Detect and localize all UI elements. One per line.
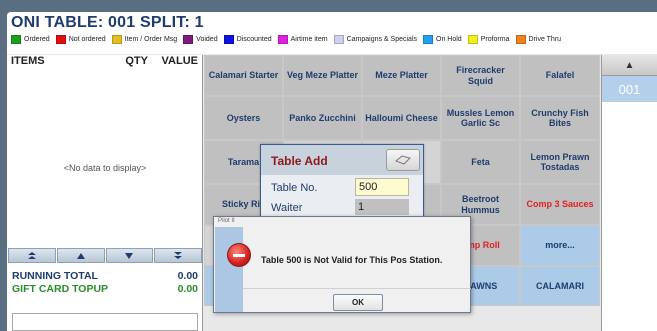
down-arrow-icon [125, 252, 134, 259]
items-header: ITEMS QTY VALUE [7, 55, 202, 69]
legend-swatch [183, 35, 194, 44]
up-arrow-icon [76, 252, 85, 259]
legend-item-ordered: Ordered [11, 35, 50, 44]
col-qty: QTY [125, 55, 148, 67]
legend-item-voided: Voided [183, 35, 218, 44]
legend-item-campaigns: Campaigns & Specials [333, 35, 417, 44]
eraser-icon [395, 155, 411, 165]
menu-item-button[interactable]: Comp 3 Sauces [520, 184, 600, 225]
legend-item-on-hold: On Hold [423, 35, 462, 44]
error-stop-icon [227, 243, 251, 267]
order-items-panel: ITEMS QTY VALUE <No data to display> RUN… [7, 55, 203, 331]
totals-section: RUNNING TOTAL 0.00 GIFT CARD TOPUP 0.00 [7, 270, 203, 296]
ok-button[interactable]: OK [333, 294, 383, 311]
legend-swatch [223, 35, 234, 44]
double-down-icon [174, 252, 183, 259]
col-value: VALUE [161, 55, 198, 67]
empty-list-text: <No data to display> [63, 163, 147, 173]
menu-item-button[interactable]: Firecracker Squid [441, 55, 520, 96]
list-nav-bar [8, 248, 202, 263]
legend-swatch [423, 35, 434, 44]
table-tab-001[interactable]: 001 [602, 76, 657, 102]
message-box-title: Pilot II [218, 218, 235, 224]
legend-item-not-ordered: Not ordered [55, 35, 106, 44]
menu-item-button[interactable]: Veg Meze Platter [283, 55, 362, 96]
legend-item-proforma: Proforma [467, 35, 510, 44]
table-no-input[interactable]: 500 [355, 178, 409, 196]
menu-item-button[interactable]: Crunchy Fish Bites [520, 96, 600, 140]
error-message-box: Pilot II Table 500 is Not Valid for This… [213, 216, 471, 313]
gift-card-label: GIFT CARD TOPUP [12, 283, 109, 295]
running-total-row: RUNNING TOTAL 0.00 [12, 270, 198, 283]
note-field[interactable] [12, 313, 198, 331]
gift-card-row: GIFT CARD TOPUP 0.00 [12, 283, 198, 296]
menu-item-button[interactable]: Falafel [520, 55, 600, 96]
menu-item-button[interactable]: Lemon Prawn Tostadas [520, 140, 600, 184]
scroll-bottom-button[interactable] [154, 248, 202, 263]
tables-scroll-up-button[interactable]: ▲ [602, 55, 657, 76]
menu-item-button[interactable]: Oysters [204, 96, 283, 140]
legend-swatch [277, 35, 288, 44]
table-add-title: Table Add [271, 154, 328, 168]
legend-item-order-msg: Item / Order Msg [111, 35, 177, 44]
legend-swatch [111, 35, 122, 44]
header-bar: ONI TABLE: 001 SPLIT: 1 Ordered Not orde… [7, 12, 657, 54]
legend-item-discounted: Discounted [223, 35, 272, 44]
menu-item-button[interactable]: Meze Platter [362, 55, 441, 96]
scroll-down-button[interactable] [105, 248, 154, 263]
gift-card-value: 0.00 [177, 283, 198, 295]
eraser-button[interactable] [386, 149, 420, 171]
running-total-value: 0.00 [177, 270, 198, 282]
legend-swatch [333, 35, 344, 44]
menu-item-button[interactable]: Calamari Starter [204, 55, 283, 96]
legend-item-drive-thru: Drive Thru [515, 35, 561, 44]
legend-item-airtime: Airtime item [277, 35, 328, 44]
waiter-input[interactable]: 1 [355, 199, 409, 215]
pos-window: ONI TABLE: 001 SPLIT: 1 Ordered Not orde… [7, 12, 657, 331]
legend-swatch [467, 35, 478, 44]
menu-item-button[interactable]: Mussles Lemon Garlic Sc [441, 96, 520, 140]
menu-item-button[interactable]: Panko Zucchini [283, 96, 362, 140]
legend-swatch [515, 35, 526, 44]
table-no-label: Table No. [271, 182, 318, 194]
message-footer: OK [243, 288, 471, 313]
table-title: ONI TABLE: 001 SPLIT: 1 [11, 14, 204, 31]
col-items: ITEMS [11, 55, 45, 67]
double-up-icon [27, 252, 36, 259]
waiter-label: Waiter [271, 202, 303, 214]
message-side-bar [215, 227, 243, 312]
menu-item-button[interactable]: more... [520, 225, 600, 266]
legend-swatch [11, 35, 21, 44]
scroll-top-button[interactable] [8, 248, 56, 263]
error-message-text: Table 500 is Not Valid for This Pos Stat… [261, 255, 443, 265]
scroll-up-button[interactable] [56, 248, 105, 263]
status-legend: Ordered Not ordered Item / Order Msg Voi… [11, 35, 567, 44]
menu-item-button[interactable]: Feta [441, 140, 520, 184]
menu-item-button[interactable]: Halloumi Cheese [362, 96, 441, 140]
legend-swatch [55, 35, 66, 44]
tables-panel: ▲ 001 [601, 55, 657, 331]
running-total-label: RUNNING TOTAL [12, 270, 98, 282]
menu-item-button[interactable]: CALAMARI [520, 266, 600, 306]
